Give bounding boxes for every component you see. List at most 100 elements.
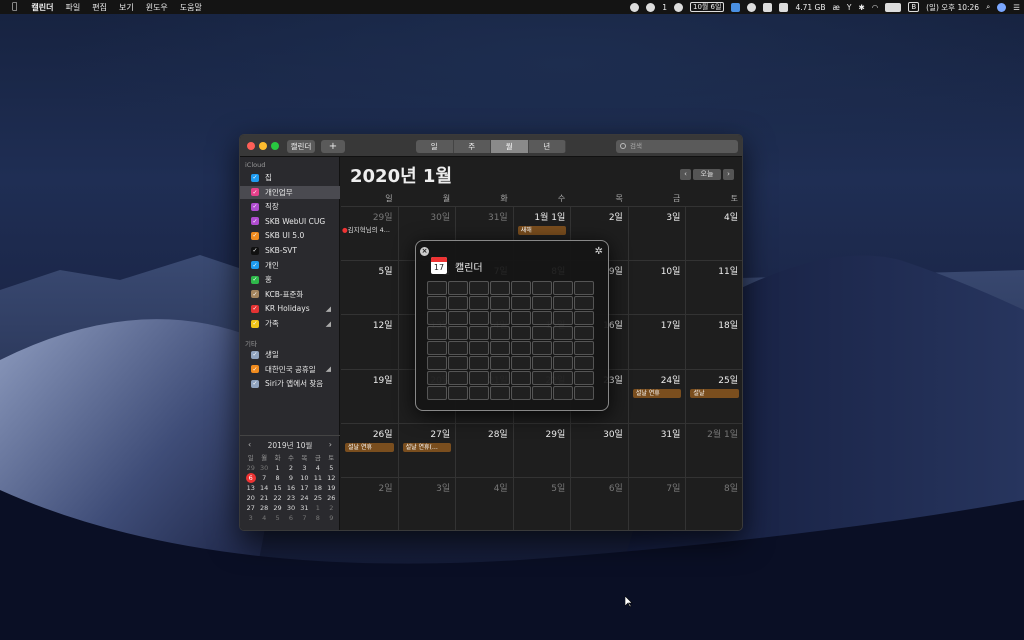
spotlight-icon[interactable]: ⌕ bbox=[986, 2, 990, 12]
mini-day[interactable]: 30 bbox=[284, 503, 297, 513]
mini-day[interactable]: 7 bbox=[257, 473, 270, 483]
day-cell[interactable]: 29일 bbox=[513, 423, 572, 478]
calendar-widget[interactable]: × ✲ 17 캘린더 bbox=[415, 240, 609, 411]
mini-day[interactable]: 4 bbox=[257, 513, 270, 523]
mini-day[interactable]: 23 bbox=[284, 493, 297, 503]
next-month-button[interactable]: › bbox=[723, 169, 734, 180]
zoom-button[interactable] bbox=[271, 142, 279, 150]
today-button[interactable]: 오늘 bbox=[693, 169, 721, 180]
event[interactable]: 설날 연휴(… bbox=[402, 442, 452, 452]
mini-day[interactable]: 24 bbox=[298, 493, 311, 503]
event[interactable]: 설날 연휴 bbox=[345, 442, 394, 452]
day-cell[interactable]: 18일 bbox=[686, 315, 742, 370]
mini-day[interactable]: 7 bbox=[298, 513, 311, 523]
checkbox-icon[interactable]: ✓ bbox=[251, 173, 259, 182]
mini-day[interactable]: 5 bbox=[325, 463, 338, 473]
event-text[interactable]: ●김지혁님의 4... bbox=[342, 224, 396, 234]
bluetooth-icon[interactable]: ✱ bbox=[858, 3, 864, 12]
sidebar-item[interactable]: ✓ 집 bbox=[251, 171, 339, 184]
mini-day[interactable]: 2 bbox=[284, 463, 297, 473]
window-icon[interactable] bbox=[763, 2, 773, 12]
sidebar-item[interactable]: ✓ SKB-SVT bbox=[251, 244, 339, 257]
moon-icon[interactable] bbox=[673, 2, 683, 12]
mini-day[interactable]: 29 bbox=[271, 503, 284, 513]
checkbox-icon[interactable]: ✓ bbox=[251, 202, 259, 211]
day-cell[interactable]: 3일 bbox=[399, 477, 457, 530]
day-cell[interactable]: 7일 bbox=[629, 477, 687, 530]
day-cell[interactable]: 4일 bbox=[686, 207, 742, 262]
checkbox-icon[interactable]: ✓ bbox=[251, 319, 259, 328]
tab-day[interactable]: 일 bbox=[416, 140, 454, 153]
sidebar-item[interactable]: ✓ Siri가 앱에서 찾음 bbox=[251, 377, 339, 390]
mini-day[interactable]: 3 bbox=[298, 463, 311, 473]
day-cell[interactable]: 17일 bbox=[628, 315, 687, 370]
day-cell[interactable]: 2일 bbox=[341, 477, 399, 530]
menu-edit[interactable]: 편집 bbox=[86, 2, 113, 13]
prev-month-button[interactable]: ‹ bbox=[680, 169, 691, 180]
add-event-button[interactable]: + bbox=[321, 140, 345, 153]
menu-app-name[interactable]: 캘린더 bbox=[25, 2, 59, 13]
mini-day[interactable]: 9 bbox=[325, 513, 338, 523]
day-cell[interactable]: 30일 bbox=[571, 423, 629, 478]
mail-icon[interactable] bbox=[646, 2, 656, 12]
tab-month[interactable]: 월 bbox=[491, 140, 529, 153]
disk-icon[interactable] bbox=[779, 2, 789, 12]
record-icon[interactable] bbox=[630, 2, 640, 12]
clock[interactable]: (일) 오후 10:26 bbox=[926, 2, 979, 13]
date-box[interactable]: 10월 6일 bbox=[689, 2, 725, 12]
day-cell[interactable]: 27일 설날 연휴(… bbox=[398, 423, 457, 478]
mini-next-button[interactable]: › bbox=[329, 440, 332, 449]
mini-day[interactable]: 6 bbox=[245, 473, 256, 483]
day-cell[interactable]: 29일 ●김지혁님의 4... bbox=[341, 207, 399, 262]
mini-day[interactable]: 19 bbox=[325, 483, 338, 493]
day-cell[interactable]: 25일 설날 bbox=[686, 370, 742, 424]
wifi-icon[interactable]: ◠ bbox=[872, 3, 879, 12]
mini-day[interactable]: 14 bbox=[257, 483, 270, 493]
sidebar-item[interactable]: ✓ 대한민국 공휴일 ◢ bbox=[251, 363, 339, 376]
checkbox-icon[interactable]: ✓ bbox=[251, 188, 259, 197]
apple-icon[interactable]:  bbox=[0, 2, 25, 12]
mini-day[interactable]: 5 bbox=[271, 513, 284, 523]
checkbox-icon[interactable]: ✓ bbox=[251, 365, 259, 374]
calendars-button[interactable]: 캘린더 bbox=[287, 140, 315, 153]
sidebar-item[interactable]: ✓ 직장 bbox=[251, 200, 339, 213]
checkbox-icon[interactable]: ✓ bbox=[251, 261, 259, 270]
mini-day[interactable]: 25 bbox=[311, 493, 324, 503]
ae-icon[interactable]: æ bbox=[833, 3, 840, 12]
day-cell[interactable]: 31일 bbox=[628, 423, 687, 478]
mini-day[interactable]: 26 bbox=[325, 493, 338, 503]
fork-icon[interactable]: Y bbox=[847, 3, 852, 12]
day-cell[interactable]: 26일 설날 연휴 bbox=[341, 423, 399, 478]
checkbox-icon[interactable]: ✓ bbox=[251, 350, 259, 359]
checkbox-icon[interactable]: ✓ bbox=[251, 304, 259, 313]
day-cell[interactable]: 2월 1일 bbox=[686, 424, 742, 478]
sidebar-item[interactable]: ✓ SKB WebUI CUG bbox=[251, 215, 339, 228]
mini-day[interactable]: 27 bbox=[244, 503, 257, 513]
mini-day[interactable]: 3 bbox=[244, 513, 257, 523]
sidebar-item[interactable]: ✓ 개인 bbox=[251, 259, 339, 272]
close-button[interactable] bbox=[247, 142, 255, 150]
menu-window[interactable]: 윈도우 bbox=[140, 2, 174, 13]
sidebar-item[interactable]: ✓ 개인업무 bbox=[240, 185, 340, 199]
day-cell[interactable]: 6일 bbox=[571, 477, 629, 530]
tab-week[interactable]: 주 bbox=[454, 140, 491, 153]
mini-day[interactable]: 29 bbox=[244, 463, 257, 473]
gear-icon[interactable]: ✲ bbox=[595, 246, 603, 257]
mini-day[interactable]: 31 bbox=[298, 503, 311, 513]
mini-day[interactable]: 9 bbox=[284, 473, 297, 483]
menu-help[interactable]: 도움말 bbox=[174, 2, 208, 13]
day-cell[interactable]: 19일 bbox=[341, 369, 399, 424]
day-cell[interactable]: 5일 bbox=[514, 477, 572, 530]
day-cell[interactable]: 24일 설날 연휴 bbox=[628, 369, 687, 424]
sidebar-item[interactable]: ✓ 가족 ◢ bbox=[251, 317, 339, 330]
search-input[interactable]: 검색 bbox=[616, 140, 738, 153]
day-cell[interactable]: 12일 bbox=[341, 315, 399, 370]
sidebar-item[interactable]: ✓ 생일 bbox=[251, 348, 339, 361]
mini-day[interactable]: 1 bbox=[271, 463, 284, 473]
mini-day[interactable]: 1 bbox=[311, 503, 324, 513]
mini-day[interactable]: 28 bbox=[257, 503, 270, 513]
minimize-button[interactable] bbox=[259, 142, 267, 150]
sidebar-item[interactable]: ✓ SKB UI 5.0 bbox=[251, 229, 339, 242]
info-icon[interactable] bbox=[747, 2, 757, 12]
day-cell[interactable]: 8일 bbox=[686, 478, 742, 530]
